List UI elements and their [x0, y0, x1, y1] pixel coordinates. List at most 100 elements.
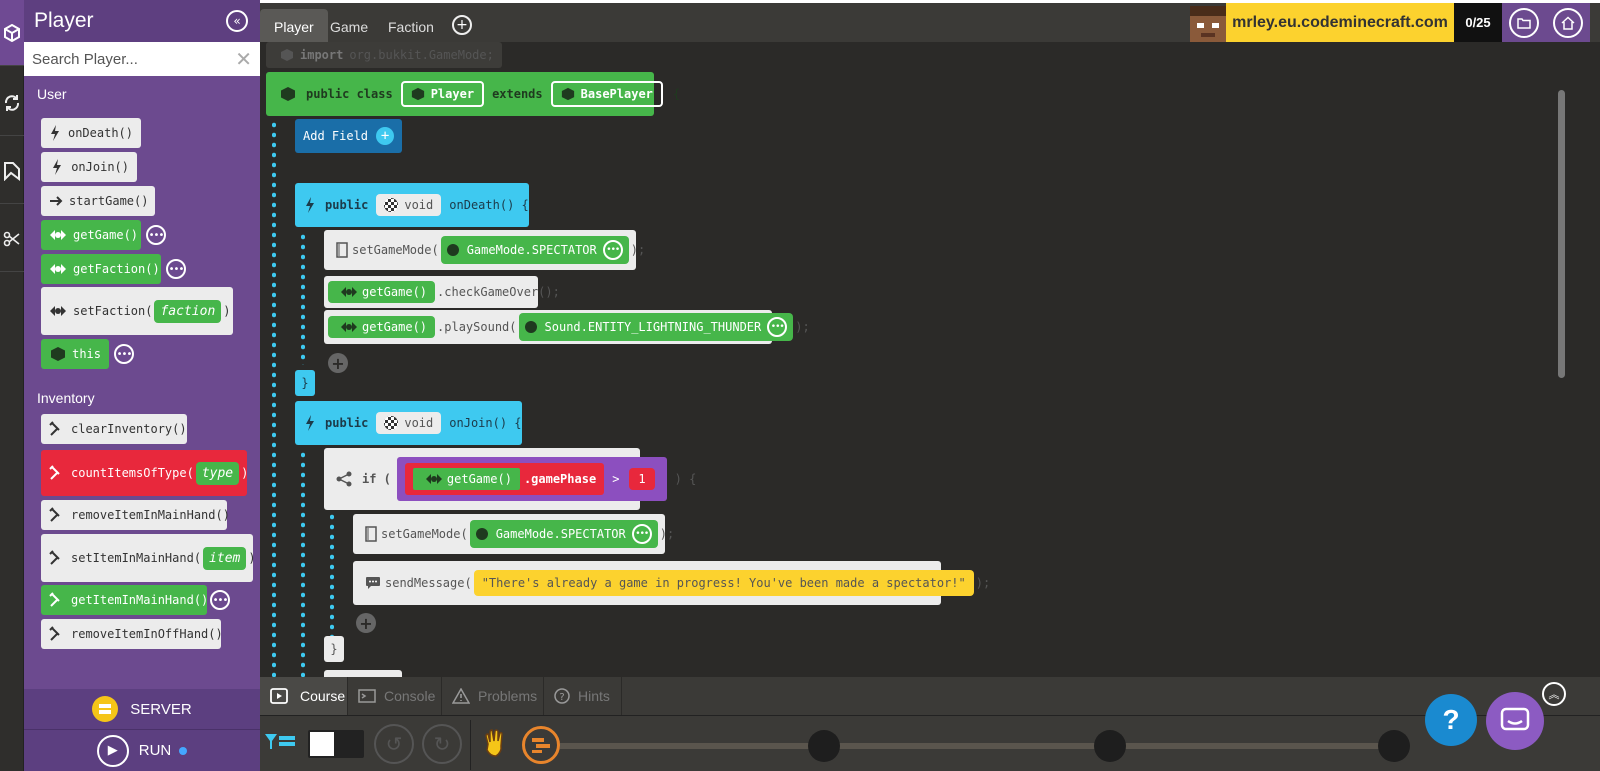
parent-class[interactable]: BasePlayer — [550, 81, 663, 107]
layers-icon[interactable] — [522, 726, 560, 764]
hand-icon[interactable] — [480, 728, 512, 767]
view-toggle[interactable] — [308, 730, 364, 758]
string-literal[interactable]: "There's already a game in progress! You… — [473, 570, 974, 596]
game-controller-icon — [49, 305, 67, 317]
palette-block[interactable]: setItemInMainHand(item) — [41, 534, 256, 582]
redo-icon[interactable]: ↻ — [422, 724, 462, 764]
chat-button[interactable] — [1486, 692, 1544, 750]
palette-block[interactable]: removeItemInOffHand() — [41, 619, 223, 649]
palette-block[interactable]: this — [41, 339, 109, 369]
enum-value[interactable]: Sound.ENTITY_LIGHTNING_THUNDER ••• — [518, 313, 794, 341]
scroll-icon — [336, 242, 348, 258]
palette-block-label: setItemInMainHand( — [71, 551, 202, 565]
palette-block-label: countItemsOfType( — [71, 466, 194, 480]
palette-block-label: removeItemInOffHand() — [71, 627, 223, 641]
more-options-icon[interactable]: ••• — [767, 317, 788, 337]
add-field-button[interactable]: Add Field + — [295, 119, 403, 153]
course-icon — [270, 688, 292, 704]
avatar[interactable] — [1190, 6, 1226, 42]
parameter-slot[interactable]: type — [195, 461, 240, 485]
more-options-icon[interactable]: ••• — [631, 524, 652, 544]
add-statement-icon[interactable]: + — [328, 353, 348, 373]
folder-button[interactable] — [1502, 3, 1546, 42]
enum-value[interactable]: GameMode.SPECTATOR ••• — [469, 520, 658, 548]
number-literal[interactable]: 1 — [629, 468, 655, 490]
tab-hints[interactable]: ? Hints — [544, 677, 622, 715]
if-keyword: if ( — [362, 472, 391, 486]
palette-block[interactable]: countItemsOfType(type) — [41, 450, 248, 496]
enum-value[interactable]: GameMode.SPECTATOR ••• — [440, 236, 629, 264]
palette-block-label: removeItemInMainHand() — [71, 508, 230, 522]
tab-console[interactable]: Console — [348, 677, 442, 715]
property-access[interactable]: getGame() .gamePhase — [404, 463, 605, 495]
class-declaration[interactable]: public class Player extends BasePlayer { — [266, 72, 680, 116]
statement-sendmessage[interactable]: sendMessage( "There's already a game in … — [353, 561, 990, 605]
tab-faction[interactable]: Faction — [374, 9, 448, 45]
class-name[interactable]: Player — [400, 81, 485, 107]
cube-icon[interactable] — [0, 0, 24, 66]
parameter-slot[interactable]: faction — [154, 299, 222, 323]
collapse-palette-icon[interactable]: « — [226, 10, 248, 32]
getgame-call[interactable]: getGame() — [328, 281, 436, 303]
more-options-icon[interactable]: ••• — [166, 259, 186, 279]
game-controller-icon — [49, 229, 67, 241]
help-button[interactable]: ? — [1425, 694, 1477, 746]
tab-problems[interactable]: Problems — [442, 677, 544, 715]
progress-counter: 0/25 — [1454, 3, 1502, 42]
import-statement[interactable]: import org.bukkit.GameMode; — [266, 42, 502, 68]
server-address[interactable]: mrley.eu.codeminecraft.com — [1226, 3, 1454, 42]
expand-panel-icon[interactable]: ︽ — [1542, 682, 1566, 706]
statement-setgamemode[interactable]: setGameMode( GameMode.SPECTATOR ••• ); — [324, 230, 645, 270]
progress-node[interactable] — [808, 730, 840, 762]
return-type[interactable]: void — [376, 412, 442, 434]
refresh-icon[interactable] — [0, 70, 24, 136]
palette-block[interactable]: removeItemInMainHand() — [41, 500, 230, 530]
more-options-icon[interactable]: ••• — [114, 344, 134, 364]
undo-icon[interactable]: ↺ — [374, 724, 414, 764]
bookmark-icon[interactable] — [0, 138, 24, 204]
more-options-icon[interactable]: ••• — [602, 240, 623, 260]
filter-icon[interactable] — [264, 732, 298, 758]
statement-playsound[interactable]: getGame() .playSound( Sound.ENTITY_LIGHT… — [324, 310, 810, 344]
palette-block[interactable]: setFaction(faction) — [41, 287, 233, 335]
getgame-call[interactable]: getGame() — [328, 316, 436, 338]
home-icon — [1553, 7, 1583, 38]
getgame-call[interactable]: getGame() — [410, 466, 522, 492]
palette-block[interactable]: onJoin() — [41, 152, 137, 182]
progress-node[interactable] — [1094, 730, 1126, 762]
search-input[interactable] — [32, 50, 236, 68]
add-tab-icon[interactable]: + — [452, 15, 472, 35]
statement-end: ); — [659, 527, 675, 541]
progress-node[interactable] — [1378, 730, 1410, 762]
tab-game[interactable]: Game — [316, 9, 382, 45]
method-signature: onJoin() { — [449, 416, 522, 430]
statement-checkgameover[interactable]: getGame() .checkGameOver(); — [324, 276, 560, 308]
palette-title: Player — [34, 9, 94, 32]
clear-search-icon[interactable]: ✕ — [235, 47, 252, 71]
code-editor[interactable]: import org.bukkit.GameMode; public class… — [260, 42, 1600, 677]
tab-course[interactable]: Course — [260, 677, 348, 715]
palette-block[interactable]: clearInventory() — [41, 414, 187, 444]
palette-block[interactable]: getItemInMainHand() — [41, 585, 208, 615]
method-onjoin[interactable]: public void onJoin() { — [295, 401, 522, 445]
scissors-icon[interactable] — [0, 206, 24, 272]
more-options-icon[interactable]: ••• — [210, 590, 230, 610]
editor-scrollbar[interactable] — [1558, 90, 1565, 378]
palette-block[interactable]: getFaction() — [41, 254, 161, 284]
enum-label: GameMode.SPECTATOR — [466, 243, 597, 257]
palette-block[interactable]: onDeath() — [41, 118, 141, 148]
return-type[interactable]: void — [376, 194, 442, 216]
if-statement[interactable]: if ( getGame() .gamePhase > 1 ) { — [324, 448, 696, 510]
method-ondeath[interactable]: public void onDeath() { — [295, 183, 529, 227]
statement-setgamemode[interactable]: setGameMode( GameMode.SPECTATOR ••• ); — [353, 514, 674, 554]
run-button[interactable]: ▶ RUN — [24, 730, 260, 771]
condition[interactable]: getGame() .gamePhase > 1 — [396, 457, 667, 501]
parameter-slot[interactable]: item — [203, 546, 247, 570]
palette-block[interactable]: getGame() — [41, 220, 141, 250]
server-button[interactable]: SERVER — [24, 689, 260, 730]
home-button[interactable] — [1546, 3, 1590, 42]
more-options-icon[interactable]: ••• — [146, 225, 166, 245]
palette-block[interactable]: startGame() — [41, 186, 155, 216]
void-icon — [384, 198, 399, 212]
add-statement-icon[interactable]: + — [356, 613, 376, 633]
